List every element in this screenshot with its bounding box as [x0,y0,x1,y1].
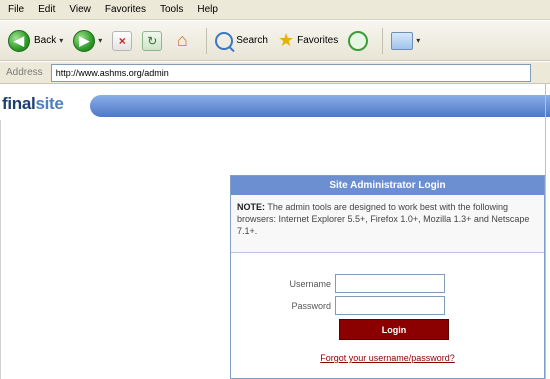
search-icon [215,31,234,50]
search-label: Search [236,35,268,46]
history-icon [348,30,369,51]
menu-file[interactable]: File [8,4,24,15]
forward-arrow-icon: ▶ [73,29,96,52]
login-button[interactable]: Login [339,319,449,340]
logo-text-part1: fin [2,94,22,113]
history-button[interactable] [346,26,370,56]
finalsite-logo[interactable]: finalsite [2,94,64,114]
mail-button[interactable]: ▾ [389,26,422,56]
forgot-password-link[interactable]: Forgot your username/password? [231,353,544,363]
page-border-right [545,84,546,379]
logo-text-part3: site [35,94,64,113]
menu-favorites[interactable]: Favorites [105,4,146,15]
browser-note: NOTE: The admin tools are designed to wo… [231,195,544,253]
password-input[interactable] [335,296,445,315]
search-button[interactable]: Search [213,26,270,56]
stop-icon: × [112,30,133,51]
note-text: The admin tools are designed to work bes… [237,202,530,236]
refresh-button[interactable]: ↻ [140,26,164,56]
chevron-down-icon[interactable]: ▾ [416,36,420,45]
mail-icon [391,31,414,50]
menu-edit[interactable]: Edit [38,4,55,15]
address-label: Address [6,67,43,78]
back-button[interactable]: ◀ Back ▾ [6,26,65,56]
toolbar-separator [206,27,208,54]
forward-button[interactable]: ▶ ▾ [71,26,104,56]
refresh-icon: ↻ [142,30,163,51]
login-panel: Site Administrator Login NOTE: The admin… [230,175,545,379]
logo-text-part2: al [21,94,36,113]
back-label: Back [34,35,57,46]
chevron-down-icon[interactable]: ▾ [59,36,63,45]
username-input[interactable] [335,274,445,293]
menu-view[interactable]: View [69,4,91,15]
star-icon: ★ [277,30,295,50]
home-button[interactable]: ⌂ [170,26,194,56]
address-input[interactable] [50,63,531,82]
address-bar: Address [0,62,550,84]
favorites-button[interactable]: ★ Favorites [276,26,340,56]
stop-button[interactable]: × [110,26,134,56]
password-row: Password [231,296,445,315]
note-label: NOTE: [237,202,265,212]
back-arrow-icon: ◀ [8,29,30,52]
header-banner [90,95,550,117]
menu-tools[interactable]: Tools [160,4,183,15]
site-header: finalsite [0,88,550,118]
username-label: Username [289,278,331,289]
page-border-left [0,120,1,379]
chevron-down-icon[interactable]: ▾ [98,36,102,45]
toolbar-separator [382,27,384,54]
password-label: Password [291,300,331,311]
login-title: Site Administrator Login [231,176,544,195]
home-icon: ⌂ [176,30,188,50]
menu-bar: File Edit View Favorites Tools Help [0,0,550,20]
favorites-label: Favorites [297,35,339,46]
menu-help[interactable]: Help [197,4,218,15]
username-row: Username [231,274,445,293]
browser-toolbar: ◀ Back ▾ ▶ ▾ × ↻ ⌂ Search ★ Favorites ▾ [0,21,550,61]
